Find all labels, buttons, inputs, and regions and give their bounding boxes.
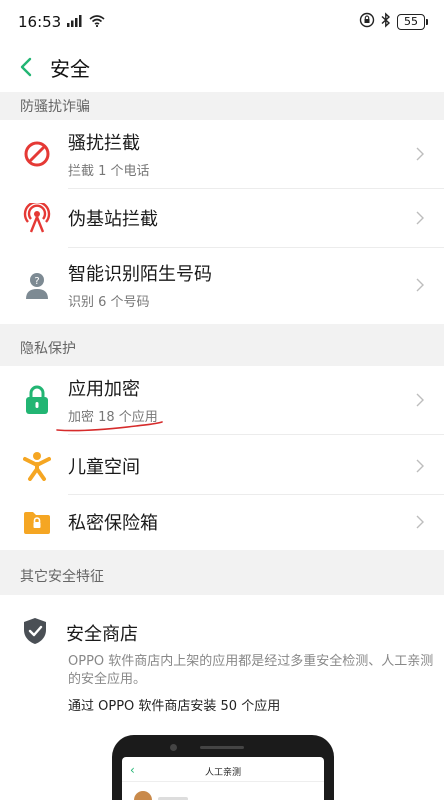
page-title: 安全 (50, 56, 90, 81)
row-subtitle: 识别 6 个号码 (68, 295, 150, 310)
chevron-right-icon (410, 512, 430, 532)
lock-rotation-icon (359, 12, 375, 32)
signal-icon (67, 13, 83, 31)
lock-icon (22, 385, 52, 415)
safe-folder-icon (22, 507, 52, 537)
store-title: 安全商店 (66, 624, 138, 645)
section-header-privacy: 隐私保护 (0, 324, 444, 366)
red-annotation-underline (56, 421, 163, 432)
row-harassment-block[interactable]: 骚扰拦截 拦截 1 个电话 (0, 120, 444, 188)
phone-preview-illustration: ‹ 人工亲测 (112, 735, 334, 800)
row-title: 智能识别陌生号码 (68, 264, 212, 285)
row-kids-space[interactable]: 儿童空间 (0, 437, 444, 494)
speaker-grille (200, 746, 244, 749)
block-icon (22, 139, 52, 169)
divider (68, 434, 444, 435)
section-header-other-security: 其它安全特征 (0, 550, 444, 595)
shield-check-icon (22, 617, 48, 649)
status-time: 16:53 (18, 13, 62, 31)
row-title: 应用加密 (68, 379, 140, 400)
app-header: 安全 (0, 44, 444, 90)
chevron-right-icon (410, 456, 430, 476)
radar-icon (22, 203, 52, 233)
store-install-count: 通过 OPPO 软件商店安装 50 个应用 (68, 699, 281, 714)
battery-icon: 55 (397, 14, 428, 30)
row-fake-base-station[interactable]: 伪基站拦截 (0, 189, 444, 247)
chevron-right-icon (410, 144, 430, 164)
row-private-safe[interactable]: 私密保险箱 (0, 495, 444, 548)
child-icon (22, 451, 52, 481)
svg-text:?: ? (34, 276, 39, 287)
chevron-right-icon (410, 208, 430, 228)
status-bar: 16:53 55 (0, 0, 444, 44)
preview-title: 人工亲测 (204, 768, 241, 778)
row-title: 骚扰拦截 (68, 133, 140, 154)
row-smart-identify[interactable]: ? 智能识别陌生号码 识别 6 个号码 (0, 248, 444, 322)
bluetooth-icon (381, 12, 391, 32)
row-title: 伪基站拦截 (68, 209, 158, 230)
wifi-icon (89, 13, 105, 31)
row-subtitle: 拦截 1 个电话 (68, 164, 150, 179)
section-header-anti-harassment: 防骚扰诈骗 (0, 92, 444, 120)
store-description: OPPO 软件商店内上架的应用都是经过多重安全检测、人工亲测的安全应用。 (68, 654, 434, 687)
row-title: 私密保险箱 (68, 512, 158, 534)
phone-screen: ‹ 人工亲测 (122, 757, 324, 800)
unknown-person-icon: ? (22, 270, 52, 300)
row-title: 儿童空间 (68, 456, 140, 478)
battery-level: 55 (397, 14, 425, 30)
chevron-right-icon (410, 275, 430, 295)
camera-icon (170, 744, 177, 751)
back-arrow-icon (20, 57, 32, 77)
preview-avatar (134, 791, 152, 800)
back-button[interactable] (4, 44, 48, 90)
chevron-right-icon (410, 390, 430, 410)
